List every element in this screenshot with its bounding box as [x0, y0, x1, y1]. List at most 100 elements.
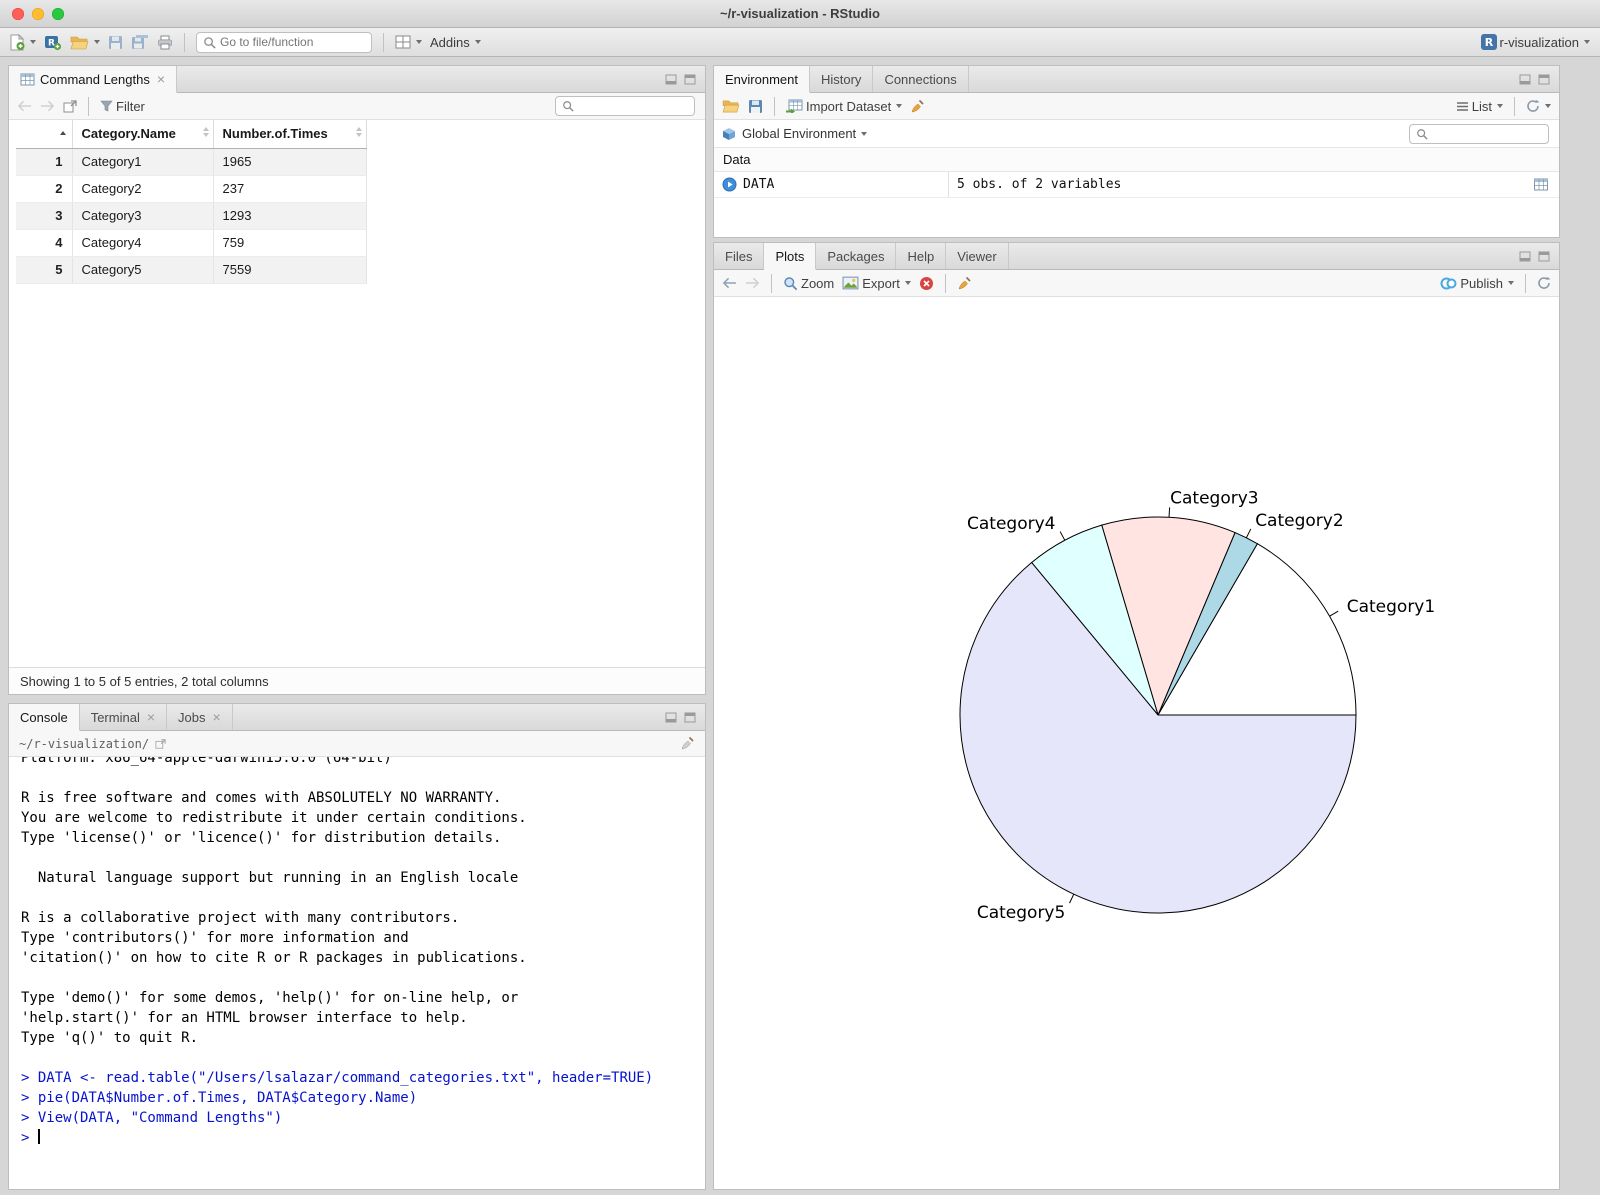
back-icon[interactable] [17, 100, 32, 112]
project-selector[interactable]: R r-visualization [1480, 34, 1590, 50]
export-label: Export [862, 275, 900, 291]
clear-all-plots-broom-icon[interactable] [957, 276, 972, 291]
chevron-down-icon [861, 131, 868, 136]
refresh-plot-icon[interactable] [1537, 276, 1551, 290]
toolbar-separator [1525, 273, 1526, 293]
tab-history[interactable]: History [810, 66, 874, 92]
tab-packages[interactable]: Packages [816, 243, 897, 269]
tab-viewer[interactable]: Viewer [946, 243, 1009, 269]
tab-command-lengths[interactable]: Command Lengths × [9, 66, 178, 93]
addins-button[interactable]: Addins [430, 35, 481, 50]
maximize-pane-icon[interactable] [684, 74, 696, 85]
refresh-environment-button[interactable] [1526, 99, 1551, 113]
fullscreen-window-button[interactable] [52, 8, 64, 20]
plots-pane: Files Plots Packages Help Viewer Zoom Ex… [713, 242, 1560, 1190]
environment-object-row[interactable]: DATA 5 obs. of 2 variables [714, 172, 1559, 198]
minimize-pane-icon[interactable] [665, 712, 677, 723]
console-body[interactable]: Platform: x86_64-apple-darwin15.6.0 (64-… [9, 757, 705, 1188]
tab-jobs[interactable]: Jobs × [167, 704, 233, 730]
minimize-window-button[interactable] [32, 8, 44, 20]
pane-layout-button[interactable] [395, 35, 422, 49]
forward-icon[interactable] [40, 100, 55, 112]
expand-object-icon[interactable] [722, 177, 737, 192]
close-tab-icon[interactable]: × [147, 710, 155, 724]
previous-plot-icon[interactable] [722, 277, 737, 289]
close-window-button[interactable] [12, 8, 24, 20]
tab-terminal[interactable]: Terminal × [80, 704, 168, 730]
pie-label-tick [1329, 610, 1339, 617]
import-dataset-button[interactable]: Import Dataset [786, 99, 903, 114]
tab-connections[interactable]: Connections [873, 66, 969, 92]
chevron-down-icon [416, 40, 422, 44]
cell-number-of-times: 759 [213, 229, 367, 257]
load-workspace-icon[interactable] [722, 99, 740, 113]
view-data-grid-icon[interactable] [1533, 178, 1549, 191]
plots-toolbar: Zoom Export Publish [714, 270, 1559, 297]
tab-console[interactable]: Console [9, 704, 80, 731]
cell-category-name: Category4 [72, 229, 214, 257]
zoom-plot-button[interactable]: Zoom [783, 276, 834, 291]
new-file-button[interactable] [10, 33, 36, 51]
minimize-pane-icon[interactable] [1519, 251, 1531, 262]
save-all-button[interactable] [131, 34, 149, 50]
list-view-button[interactable]: List [1456, 99, 1503, 114]
environment-scope-selector[interactable]: Global Environment [742, 126, 868, 141]
row-number-header[interactable] [16, 120, 73, 149]
maximize-pane-icon[interactable] [684, 712, 696, 723]
column-header-category-name[interactable]: Category.Name [72, 120, 214, 149]
column-header-number-of-times[interactable]: Number.of.Times [213, 120, 367, 149]
tab-label: Plots [775, 248, 805, 264]
table-row[interactable]: 2 Category2 237 [16, 175, 367, 203]
object-summary: 5 obs. of 2 variables [948, 172, 1533, 197]
publish-plot-button[interactable]: Publish [1440, 276, 1514, 291]
console-output-line: Natural language support but running in … [21, 870, 519, 886]
tab-plots[interactable]: Plots [764, 243, 817, 270]
pie-label: Category3 [1170, 488, 1258, 508]
filter-funnel-icon [100, 100, 113, 112]
minimize-pane-icon[interactable] [1519, 74, 1531, 85]
open-file-button[interactable] [70, 35, 100, 50]
pie-label-tick [1059, 531, 1066, 541]
pie-label-tick [1168, 507, 1171, 518]
clear-console-broom-icon[interactable] [680, 736, 695, 751]
table-row[interactable]: 5 Category5 7559 [16, 256, 367, 284]
close-tab-icon[interactable]: × [157, 72, 165, 86]
table-search-input[interactable] [578, 99, 688, 113]
row-number: 3 [16, 202, 73, 230]
column-label: Category.Name [81, 126, 176, 142]
tab-environment[interactable]: Environment [714, 66, 810, 93]
table-status-bar: Showing 1 to 5 of 5 entries, 2 total col… [9, 667, 705, 694]
chevron-down-icon [474, 40, 481, 44]
chevron-down-icon [1584, 40, 1590, 44]
tab-help[interactable]: Help [896, 243, 947, 269]
environment-search-input[interactable] [1432, 126, 1542, 141]
new-project-button[interactable]: R [44, 34, 62, 51]
filter-button[interactable]: Filter [100, 99, 145, 114]
close-tab-icon[interactable]: × [212, 710, 220, 724]
next-plot-icon[interactable] [745, 277, 760, 289]
remove-plot-icon[interactable] [919, 276, 934, 291]
cell-number-of-times: 1293 [213, 202, 367, 230]
popout-window-icon[interactable] [63, 99, 77, 113]
table-row[interactable]: 4 Category4 759 [16, 229, 367, 257]
pie-label: Category4 [967, 514, 1055, 534]
column-label: Number.of.Times [222, 126, 328, 142]
open-in-window-icon[interactable] [155, 738, 166, 749]
environment-scope-row: Global Environment [714, 120, 1559, 147]
svg-text:R: R [1484, 36, 1493, 49]
minimize-pane-icon[interactable] [665, 74, 677, 85]
save-workspace-icon[interactable] [748, 99, 763, 114]
table-row[interactable]: 1 Category1 1965 [16, 148, 367, 176]
goto-file-input[interactable] [220, 35, 365, 49]
table-row[interactable]: 3 Category3 1293 [16, 202, 367, 230]
maximize-pane-icon[interactable] [1538, 74, 1550, 85]
save-button[interactable] [108, 35, 123, 50]
console-output-line: Type 'license()' or 'licence()' for dist… [21, 830, 502, 846]
print-button[interactable] [157, 35, 173, 50]
chevron-down-icon [1508, 281, 1514, 285]
export-plot-button[interactable]: Export [842, 276, 911, 291]
tab-files[interactable]: Files [714, 243, 765, 269]
maximize-pane-icon[interactable] [1538, 251, 1550, 262]
clear-environment-broom-icon[interactable] [910, 99, 925, 114]
